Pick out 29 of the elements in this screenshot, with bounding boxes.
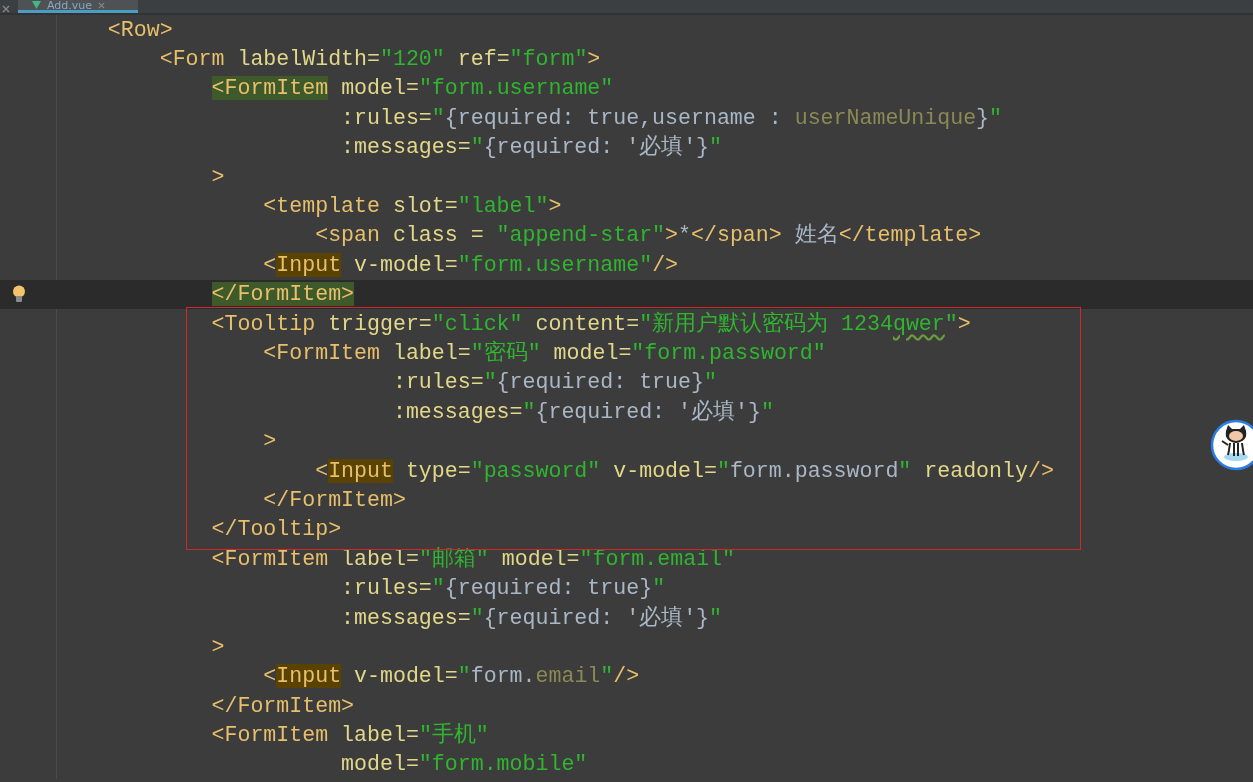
- code-line: <Row>: [106, 16, 173, 43]
- code-line: :messages="{required: '必填'}": [391, 398, 774, 425]
- code-line: :messages="{required: '必填'}": [340, 134, 723, 161]
- vue-file-icon: [32, 1, 41, 9]
- code-line: <FormItem label="手机": [210, 722, 489, 749]
- code-line: <Input v-model="form.username"/>: [262, 251, 679, 278]
- code-line: >: [210, 633, 225, 660]
- code-line: <template slot="label">: [262, 193, 562, 220]
- close-icon[interactable]: [2, 5, 10, 13]
- code-line: <span class = "append-star">*</span> 姓名</template>: [314, 222, 982, 249]
- lightbulb-icon[interactable]: [12, 285, 26, 304]
- code-line: <FormItem model="form.username": [210, 75, 614, 102]
- code-line: <Tooltip trigger="click" content="新用户默认密码为 1234qwer">: [210, 310, 971, 337]
- code-line: >: [262, 428, 277, 455]
- file-tab[interactable]: Add.vue: [18, 0, 138, 13]
- code-line: :rules="{required: true}": [391, 369, 717, 396]
- code-line: :rules="{required: true,username : userNameUnique}": [340, 104, 1003, 131]
- code-line: </FormItem>: [262, 486, 406, 513]
- code-line: :messages="{required: '必填'}": [340, 604, 723, 631]
- code-line: <FormItem label="密码" model="form.password": [262, 340, 826, 366]
- code-line: </Tooltip>: [210, 516, 342, 543]
- code-line: <Input type="password" v-model="form.password" readonly/>: [314, 457, 1054, 484]
- code-line: </FormItem>: [210, 692, 355, 719]
- code-line: model="form.mobile": [340, 751, 588, 778]
- code-line: :rules="{required: true}": [340, 575, 666, 602]
- code-line: <Form labelWidth="120" ref="form">: [158, 46, 601, 73]
- octocat-avatar-icon[interactable]: [1210, 419, 1253, 471]
- code-line: >: [210, 163, 225, 190]
- code-line: <Input v-model="form.email"/>: [262, 663, 640, 690]
